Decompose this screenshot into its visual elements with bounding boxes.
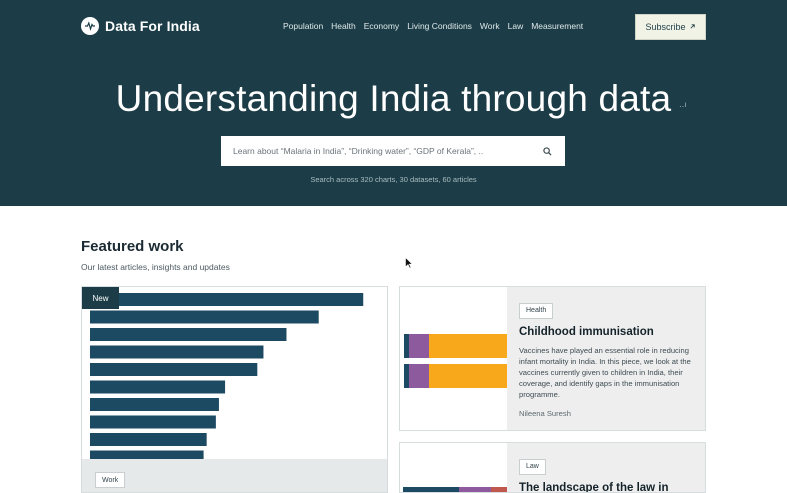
bar-segment (459, 487, 491, 492)
bar-segment (403, 487, 459, 492)
thumbnail-bar (90, 415, 216, 429)
thumbnail-bar (90, 380, 226, 394)
thumbnail-bar (90, 450, 204, 459)
card-body: Law The landscape of the law in India (519, 455, 695, 493)
card-body: Health Childhood immunisation Vaccines h… (519, 299, 695, 418)
card-footer: Work (82, 459, 387, 492)
featured-card-immunisation[interactable]: Health Childhood immunisation Vaccines h… (399, 286, 706, 431)
search-input[interactable] (233, 146, 541, 156)
hero-banner: Data For India Population Health Economy… (0, 0, 787, 206)
logo-icon (81, 17, 99, 35)
nav-link-measurement[interactable]: Measurement (531, 21, 583, 31)
card-thumbnail (400, 287, 507, 430)
featured-card-work[interactable]: New Work (81, 286, 388, 493)
stacked-bar-thumbnail (403, 487, 507, 492)
thumbnail-bar (90, 310, 319, 324)
category-tag: Health (519, 302, 554, 319)
bar-segment (404, 364, 409, 388)
arrow-up-right-icon (689, 22, 696, 32)
search-bar (221, 136, 565, 166)
stacked-bar-thumbnail (404, 334, 507, 388)
card-title[interactable]: The landscape of the law in India (519, 482, 695, 493)
search-icon[interactable] (541, 145, 553, 157)
nav-link-law[interactable]: Law (508, 21, 524, 31)
card-title[interactable]: Childhood immunisation (519, 326, 695, 338)
nav-link-population[interactable]: Population (283, 21, 323, 31)
section-title: Featured work (81, 238, 184, 255)
bar-segment (429, 364, 507, 388)
nav-link-economy[interactable]: Economy (364, 21, 399, 31)
mouse-cursor-icon (405, 256, 414, 274)
card-description: Vaccines have played an essential role i… (519, 345, 691, 399)
thumbnail-bar (90, 433, 207, 446)
nav-link-health[interactable]: Health (331, 21, 356, 31)
nav-link-work[interactable]: Work (480, 21, 500, 31)
nav-link-living-conditions[interactable]: Living Conditions (407, 21, 472, 31)
category-tag: Law (519, 458, 546, 475)
thumbnail-bar (90, 328, 287, 341)
bar-segment (409, 364, 429, 388)
hero-title: Understanding India through data (115, 78, 672, 119)
featured-card-law[interactable]: Law The landscape of the law in India (399, 442, 706, 493)
thumbnail-bar (90, 398, 219, 411)
card-thumbnail (400, 443, 507, 492)
search-meta: Search across 320 charts, 30 datasets, 6… (310, 175, 477, 184)
section-subtitle: Our latest articles, insights and update… (81, 262, 230, 272)
thumbnail-bar (90, 345, 264, 359)
subscribe-label: Subscribe (645, 22, 686, 32)
bar-segment (491, 487, 507, 492)
category-tag: Work (95, 472, 126, 488)
card-author: Nileena Suresh (519, 408, 571, 418)
bar-chart-thumbnail (90, 293, 364, 459)
thumbnail-bar (90, 293, 364, 306)
main-nav: Population Health Economy Living Conditi… (283, 21, 583, 31)
bar-segment (429, 334, 507, 358)
sparkle-icon: ‥ı (679, 100, 687, 109)
thumbnail-bar (90, 363, 258, 376)
brand-name: Data For India (105, 18, 200, 34)
bar-segment (404, 334, 409, 358)
subscribe-button[interactable]: Subscribe (635, 14, 706, 40)
brand-logo[interactable]: Data For India (81, 17, 200, 35)
bar-segment (409, 334, 429, 358)
new-badge: New (82, 287, 119, 309)
